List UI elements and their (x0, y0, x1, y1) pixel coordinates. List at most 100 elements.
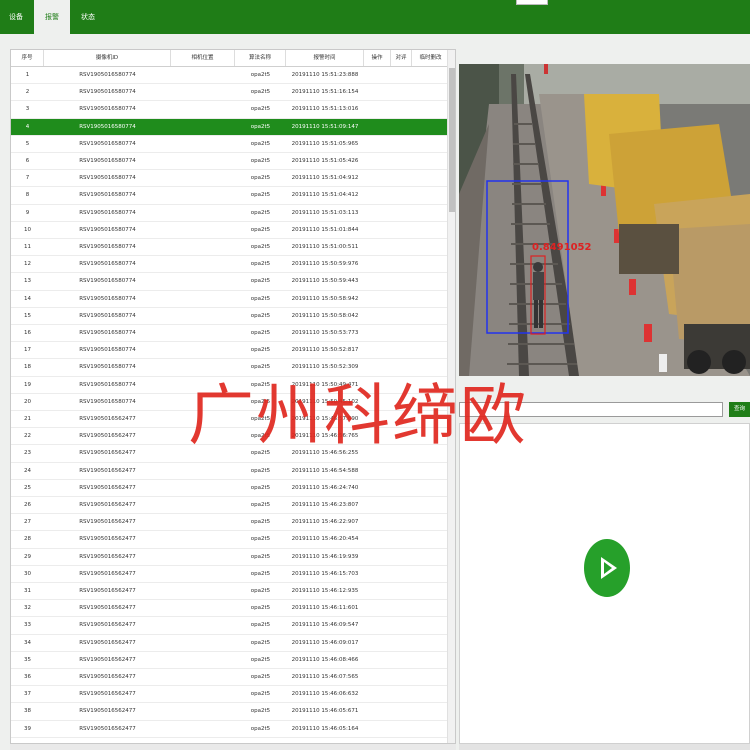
table-row[interactable]: 8 RSV1905016580774 opa2t5 20191110 15:51:04… (11, 187, 449, 205)
table-row[interactable]: 20 RSV1905016580774 opa2t5 20191110 15:50:4… (11, 394, 449, 411)
table-row[interactable]: 21 RSV1905016562477 opa2t5 20191110 15:46:5… (11, 411, 449, 429)
table-row[interactable]: 9 RSV1905016580774 opa2t5 20191110 15:51:03… (11, 205, 449, 222)
table-row[interactable]: 16 RSV1905016580774 opa2t5 20191110 15:50:5… (11, 325, 449, 343)
table-row[interactable]: 26 RSV1905016562477 opa2t5 20191110 15:46:2… (11, 497, 449, 515)
table-row[interactable]: 7 RSV1905016580774 opa2t5 20191110 15:51:04… (11, 170, 449, 188)
table-row[interactable]: 19 RSV1905016580774 opa2t5 20191110 15:50:4… (11, 377, 449, 394)
table-row[interactable]: 23 RSV1905016562477 opa2t5 20191110 15:46:5… (11, 445, 449, 463)
tab-devices[interactable]: 设备 (0, 0, 32, 34)
search-input[interactable] (459, 402, 723, 417)
cell-index: 23 (24, 450, 31, 457)
cell-camera-id: RSV1905016562477 (79, 416, 136, 422)
table-scrollbar[interactable] (447, 50, 455, 743)
table-row[interactable]: 3 RSV1905016580774 opa2t5 20191110 15:51:13… (11, 101, 449, 119)
table-row[interactable]: 37 RSV1905016562477 opa2t5 20191110 15:46:0… (11, 686, 449, 704)
table-row[interactable]: 31 RSV1905016562477 opa2t5 20191110 15:46:1… (11, 583, 449, 601)
window-control[interactable] (516, 0, 548, 5)
cell-camera-id: RSV1905016562477 (79, 433, 136, 440)
cell-location (171, 136, 235, 152)
cell-index: 34 (24, 639, 31, 646)
column-header-action[interactable]: 操作 (364, 50, 391, 66)
column-header-temp-edit[interactable]: 临时删改 (412, 50, 449, 66)
column-header-index[interactable]: 序号 (11, 50, 44, 66)
cell-camera-id: RSV1905016580774 (79, 347, 136, 354)
cell-alarm-time: 20191110 15:46:12:935 (291, 588, 359, 594)
video-player-panel (459, 423, 750, 744)
cell-index: 10 (24, 226, 31, 233)
column-header-location[interactable]: 相机位置 (171, 50, 235, 66)
cell-camera-id: RSV1905016580774 (79, 89, 136, 96)
query-button[interactable]: 查询 (729, 402, 750, 417)
cell-alarm-time: 20191110 15:46:08:466 (291, 656, 359, 663)
cell-alarm-time: 20191110 15:46:56:765 (291, 433, 359, 440)
tab-status[interactable]: 状态 (70, 0, 106, 34)
cell-algorithm: opa2t5 (250, 536, 271, 543)
cell-algorithm: opa2t5 (250, 381, 271, 388)
table-row[interactable]: 18 RSV1905016580774 opa2t5 20191110 15:50:5… (11, 359, 449, 377)
cell-algorithm: opa2t5 (250, 123, 271, 130)
table-row[interactable]: 15 RSV1905016580774 opa2t5 20191110 15:50:5… (11, 308, 449, 325)
cell-algorithm: opa2t5 (250, 347, 271, 354)
table-row[interactable]: 25 RSV1905016562477 opa2t5 20191110 15:46:2… (11, 480, 449, 497)
table-row[interactable]: 35 RSV1905016562477 opa2t5 20191110 15:46:0… (11, 652, 449, 669)
table-row[interactable]: 14 RSV1905016580774 opa2t5 20191110 15:50:5… (11, 291, 449, 308)
cell-algorithm: opa2t5 (250, 605, 271, 612)
cell-alarm-time: 20191110 15:50:59:443 (291, 278, 359, 285)
cell-index: 30 (24, 570, 31, 577)
table-row[interactable]: 2 RSV1905016580774 opa2t5 20191110 15:51:16… (11, 84, 449, 102)
cell-camera-id: RSV1905016580774 (79, 209, 136, 216)
top-navigation-bar: 设备 报警 状态 (0, 0, 750, 34)
cell-camera-id: RSV1905016562477 (79, 519, 136, 526)
cell-alarm-time: 20191110 15:51:04:412 (291, 192, 359, 199)
cell-algorithm: opa2t5 (250, 261, 271, 268)
table-row[interactable]: 24 RSV1905016562477 opa2t5 20191110 15:46:5… (11, 463, 449, 480)
column-header-review[interactable]: 对评 (391, 50, 412, 66)
table-row[interactable]: 5 RSV1905016580774 opa2t5 20191110 15:51:05… (11, 136, 449, 153)
cell-index: 20 (24, 398, 31, 405)
table-row[interactable]: 39 RSV1905016562477 opa2t5 20191110 15:46:0… (11, 721, 449, 738)
table-row[interactable]: 27 RSV1905016562477 opa2t5 20191110 15:46:2… (11, 514, 449, 532)
table-row[interactable]: 4 RSV1905016580774 opa2t5 20191110 15:51:09… (11, 118, 449, 136)
tab-alarms[interactable]: 报警 (34, 0, 70, 34)
cell-index: 32 (24, 605, 31, 612)
column-header-alarm-time[interactable]: 报警时间 (286, 50, 364, 66)
table-row[interactable]: 34 RSV1905016562477 opa2t5 20191110 15:46:0… (11, 635, 449, 652)
cell-algorithm: opa2t5 (250, 588, 271, 594)
table-row[interactable]: 36 RSV1905016562477 opa2t5 20191110 15:46:0… (11, 669, 449, 687)
alarm-snapshot-view[interactable]: 0.8491052 (459, 64, 750, 376)
table-row[interactable]: 28 RSV1905016562477 opa2t5 20191110 15:46:2… (11, 531, 449, 549)
cell-algorithm: opa2t5 (250, 622, 271, 629)
table-row[interactable]: 1 RSV1905016580774 opa2t5 20191110 15:51:23… (11, 67, 449, 85)
table-row[interactable]: 11 RSV1905016580774 opa2t5 20191110 15:51:0… (11, 239, 449, 257)
cell-index: 19 (24, 381, 31, 388)
table-row[interactable]: 17 RSV1905016580774 opa2t5 20191110 15:50:5… (11, 342, 449, 360)
cell-camera-id: RSV1905016562477 (79, 536, 136, 543)
table-row[interactable]: 38 RSV1905016562477 opa2t5 20191110 15:46:0… (11, 703, 449, 721)
table-row[interactable]: 12 RSV1905016580774 opa2t5 20191110 15:50:5… (11, 256, 449, 274)
cell-location (171, 445, 235, 461)
cell-location (171, 497, 235, 513)
cell-alarm-time: 20191110 15:51:00:511 (291, 244, 359, 250)
table-row[interactable]: 29 RSV1905016562477 opa2t5 20191110 15:46:1… (11, 549, 449, 566)
cell-index: 1 (25, 72, 30, 78)
cell-alarm-time: 20191110 15:46:24:740 (291, 484, 359, 491)
cell-algorithm: opa2t5 (250, 158, 271, 164)
cell-alarm-time: 20191110 15:50:59:976 (291, 261, 359, 268)
table-row[interactable]: 33 RSV1905016562477 opa2t5 20191110 15:46:0… (11, 617, 449, 635)
cell-alarm-time: 20191110 15:46:05:671 (291, 708, 359, 715)
cell-location (171, 67, 235, 83)
table-row[interactable]: 22 RSV1905016562477 opa2t5 20191110 15:46:5… (11, 428, 449, 446)
table-row[interactable]: 30 RSV1905016562477 opa2t5 20191110 15:46:1… (11, 566, 449, 583)
table-row[interactable]: 32 RSV1905016562477 opa2t5 20191110 15:46:1… (11, 600, 449, 618)
cell-algorithm: opa2t5 (250, 140, 271, 147)
table-row[interactable]: 6 RSV1905016580774 opa2t5 20191110 15:51:05… (11, 153, 449, 171)
column-header-camera-id[interactable]: 摄像机ID (44, 50, 171, 66)
table-row[interactable]: 13 RSV1905016580774 opa2t5 20191110 15:50:5… (11, 273, 449, 291)
cell-location (171, 308, 235, 324)
column-header-algorithm[interactable]: 算法名称 (235, 50, 286, 66)
cell-algorithm: opa2t5 (250, 708, 271, 715)
table-row[interactable]: 10 RSV1905016580774 opa2t5 20191110 15:51:0… (11, 222, 449, 239)
play-icon[interactable] (584, 539, 630, 597)
cell-alarm-time: 20191110 15:50:58:942 (291, 295, 359, 302)
scrollbar-thumb[interactable] (449, 68, 455, 212)
